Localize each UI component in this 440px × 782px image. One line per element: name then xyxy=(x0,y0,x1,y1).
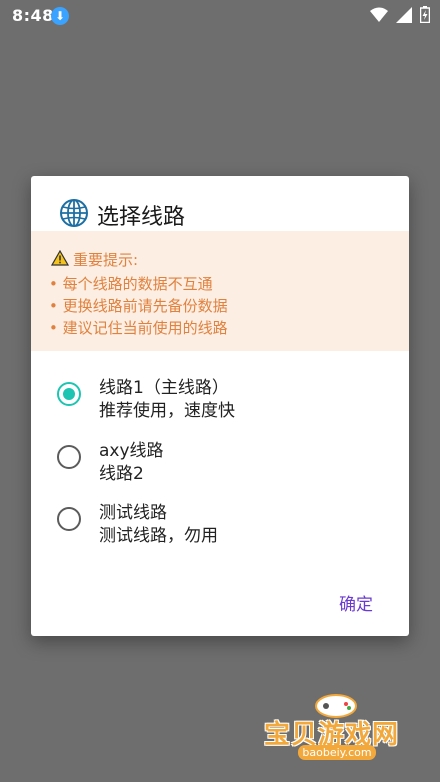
battery-icon xyxy=(419,6,431,27)
route-option-1[interactable]: 线路1（主线路） 推荐使用，速度快 xyxy=(57,373,397,431)
route-option-title: 测试线路 xyxy=(99,503,167,523)
route-option-subtitle: 测试线路，勿用 xyxy=(99,526,218,546)
watermark-logo: 宝贝游戏网 baobeiy.com xyxy=(262,690,412,770)
radio-button[interactable] xyxy=(57,445,81,469)
route-option-title: 线路1（主线路） xyxy=(99,378,229,398)
confirm-button[interactable]: 确定 xyxy=(339,590,373,615)
dialog-header: 选择线路 xyxy=(59,198,185,232)
notice-heading: 重要提示: xyxy=(50,249,139,270)
watermark-url: baobeiy.com xyxy=(298,745,376,760)
system-icons xyxy=(370,6,431,27)
notice-line: • 每个线路的数据不互通 xyxy=(49,275,213,293)
radio-button-selected[interactable] xyxy=(57,382,81,406)
notice-line: • 建议记住当前使用的线路 xyxy=(49,319,228,337)
download-icon: ⬇ xyxy=(51,7,69,25)
dialog-title: 选择线路 xyxy=(97,205,186,230)
status-bar: 8:48 ⬇ xyxy=(0,0,440,30)
wifi-icon xyxy=(370,7,388,27)
warning-icon xyxy=(50,249,70,270)
notice-line: • 更换线路前请先备份数据 xyxy=(49,297,228,315)
signal-icon xyxy=(396,6,412,27)
notice-heading-text: 重要提示: xyxy=(73,251,139,269)
notice-box: 重要提示: • 每个线路的数据不互通 • 更换线路前请先备份数据 • 建议记住当… xyxy=(31,231,409,351)
route-option-title: axy线路 xyxy=(99,441,164,461)
route-select-dialog: 选择线路 重要提示: • 每个线路的数据不互通 • 更换线路前请先备份数据 • … xyxy=(31,176,409,636)
globe-icon xyxy=(59,198,89,232)
route-option-3[interactable]: 测试线路 测试线路，勿用 xyxy=(57,498,397,556)
status-time: 8:48 xyxy=(12,6,54,25)
radio-button[interactable] xyxy=(57,507,81,531)
route-option-subtitle: 推荐使用，速度快 xyxy=(99,401,235,421)
route-option-2[interactable]: axy线路 线路2 xyxy=(57,436,397,494)
route-option-subtitle: 线路2 xyxy=(99,464,144,484)
